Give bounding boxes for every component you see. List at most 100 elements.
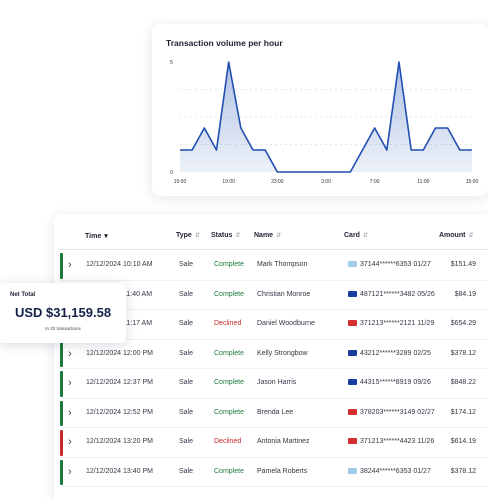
status-indicator-bar [60,341,63,367]
chevron-right-icon[interactable]: › [68,377,72,389]
time-cell: 12/12/2024 12:00 PM [86,349,153,357]
card-brand-icon [348,320,357,327]
card-cell: 371213******2121 11/29 [348,320,434,327]
time-cell: 12/12/2024 12:37 PM [86,379,153,387]
status-indicator-bar [60,400,63,426]
card-brand-icon [348,379,357,386]
table-row[interactable]: › 12/12/2024 10:10 AM Sale Complete Mark Tho… [60,251,488,281]
chart-card: Transaction volume per hour 0 5 15:00 19:00… [152,24,488,196]
x-tick-label: 23:00 [271,179,284,185]
chevron-right-icon[interactable]: › [68,259,72,271]
sort-icon: ⇵ [468,233,474,239]
name-cell: Mark Thompson [257,261,308,269]
type-cell: Sale [179,379,194,387]
status-cell: Complete [214,467,244,475]
card-number: 371213******2121 11/29 [360,320,435,328]
x-tick-label: 15:00 [466,179,479,185]
type-cell: Sale [179,320,194,328]
amount-cell: $174.12 [450,408,476,416]
chevron-right-icon[interactable]: › [68,466,72,478]
card-brand-icon [348,408,357,415]
status-cell: Declined [214,320,242,328]
amount-cell: $378.12 [450,349,476,357]
amount-cell: $151.49 [450,261,476,269]
x-tick-label: 19:00 [222,179,235,185]
x-tick-label: 15:00 [174,179,187,185]
card-brand-icon [348,349,357,356]
column-header-status[interactable]: Status ⇵ [211,232,240,239]
x-tick-label: 11:00 [417,179,429,185]
card-brand-icon [348,261,357,268]
card-number: 44315******8919 09/26 [360,379,431,387]
amount-header-label: Amount [439,232,466,239]
table-row[interactable]: › 12/12/2024 12:00 PM Sale Complete Kelly St… [60,339,488,369]
card-number: 487121******3482 05/26 [360,290,435,298]
name-cell: Christian Monroe [257,290,311,298]
name-cell: Jason Harris [257,379,297,387]
x-tick-label: 3:00 [321,179,331,185]
name-cell: Pamela Roberts [257,467,308,475]
chevron-right-icon[interactable]: › [68,436,72,448]
net-total-label: Net Total [10,292,36,298]
table-row[interactable]: › 12/12/2024 12:37 PM Sale Complete Jason Ha… [60,369,488,399]
time-header-label: Time [85,233,102,240]
card-brand-icon [348,290,357,297]
amount-cell: $84.19 [454,290,476,298]
time-cell: 12/12/2024 13:20 PM [86,438,153,446]
name-header-label: Name [254,232,274,239]
column-header-card[interactable]: Card ⇵ [344,232,368,239]
card-header-label: Card [344,232,360,239]
card-cell: 38244******6353 01/27 [348,467,431,475]
amount-cell: $378.12 [450,467,476,475]
column-header-name[interactable]: Name ⇵ [254,232,281,239]
type-cell: Sale [179,261,194,269]
amount-cell: $654.29 [450,320,476,328]
column-header-amount[interactable]: Amount ⇵ [439,232,473,239]
column-header-type[interactable]: Type ⇵ [176,232,200,239]
status-indicator-bar [60,253,63,279]
card-cell: 44315******8919 09/26 [348,379,431,386]
sort-icon: ⇵ [194,233,200,239]
net-total-subtext: In 32 transactions [45,326,81,331]
chevron-right-icon[interactable]: › [68,348,72,360]
column-header-time[interactable]: Time ▾ [85,232,108,240]
card-cell: 37144******6353 01/27 [348,261,431,268]
net-total-value: USD $31,159.58 [14,305,112,320]
card-brand-icon [348,467,357,474]
net-total-card: Net Total USD $31,159.58 In 32 transacti… [0,283,126,343]
name-cell: Kelly Strongbow [257,349,308,357]
status-cell: Complete [214,408,244,416]
table-row[interactable]: › 12/12/2024 13:40 PM Sale Complete Pamela R… [60,457,488,487]
status-cell: Complete [214,349,244,357]
volume-chart: 0 5 15:00 19:00 23:00 3:00 7:00 11:00 15:00 [170,60,479,185]
y-tick-label: 5 [170,60,173,66]
status-header-label: Status [211,232,233,239]
card-cell: 378203******3149 02/27 [348,408,435,416]
name-cell: Daniel Woodburne [257,320,315,328]
sort-icon: ⇵ [235,233,241,239]
status-indicator-bar [60,371,63,397]
chevron-right-icon[interactable]: › [68,407,72,419]
card-number: 371213******4423 11/26 [360,438,435,446]
x-tick-label: 7:00 [370,179,380,185]
amount-cell: $848.22 [450,379,476,387]
status-cell: Declined [214,438,242,446]
amount-cell: $614.19 [450,438,476,446]
status-cell: Complete [214,261,244,269]
time-cell: 12/12/2024 12:52 PM [86,408,153,416]
table-row[interactable]: › 12/12/2024 13:20 PM Sale Declined Antonia … [60,428,488,458]
sort-icon: ⇵ [276,233,282,239]
stage: Transaction volume per hour 0 5 15:00 19:00… [0,0,488,500]
card-cell: 487121******3482 05/26 [348,290,435,298]
time-cell: 12/12/2024 10:10 AM [86,261,153,269]
y-tick-label: 0 [170,170,173,176]
sort-icon: ⇵ [362,233,368,239]
time-cell: 12/12/2024 13:40 PM [86,467,153,475]
card-number: 37144******6353 01/27 [360,261,431,269]
card-number: 43212******3289 02/25 [360,349,431,357]
table-row[interactable]: › 12/12/2024 12:52 PM Sale Complete Brenda L… [60,398,488,428]
card-brand-icon [348,438,357,445]
status-cell: Complete [214,379,244,387]
table-header: Time ▾ Type ⇵ Status ⇵ Name ⇵ Card ⇵ Amount ⇵ [58,224,488,250]
status-cell: Complete [214,290,244,298]
